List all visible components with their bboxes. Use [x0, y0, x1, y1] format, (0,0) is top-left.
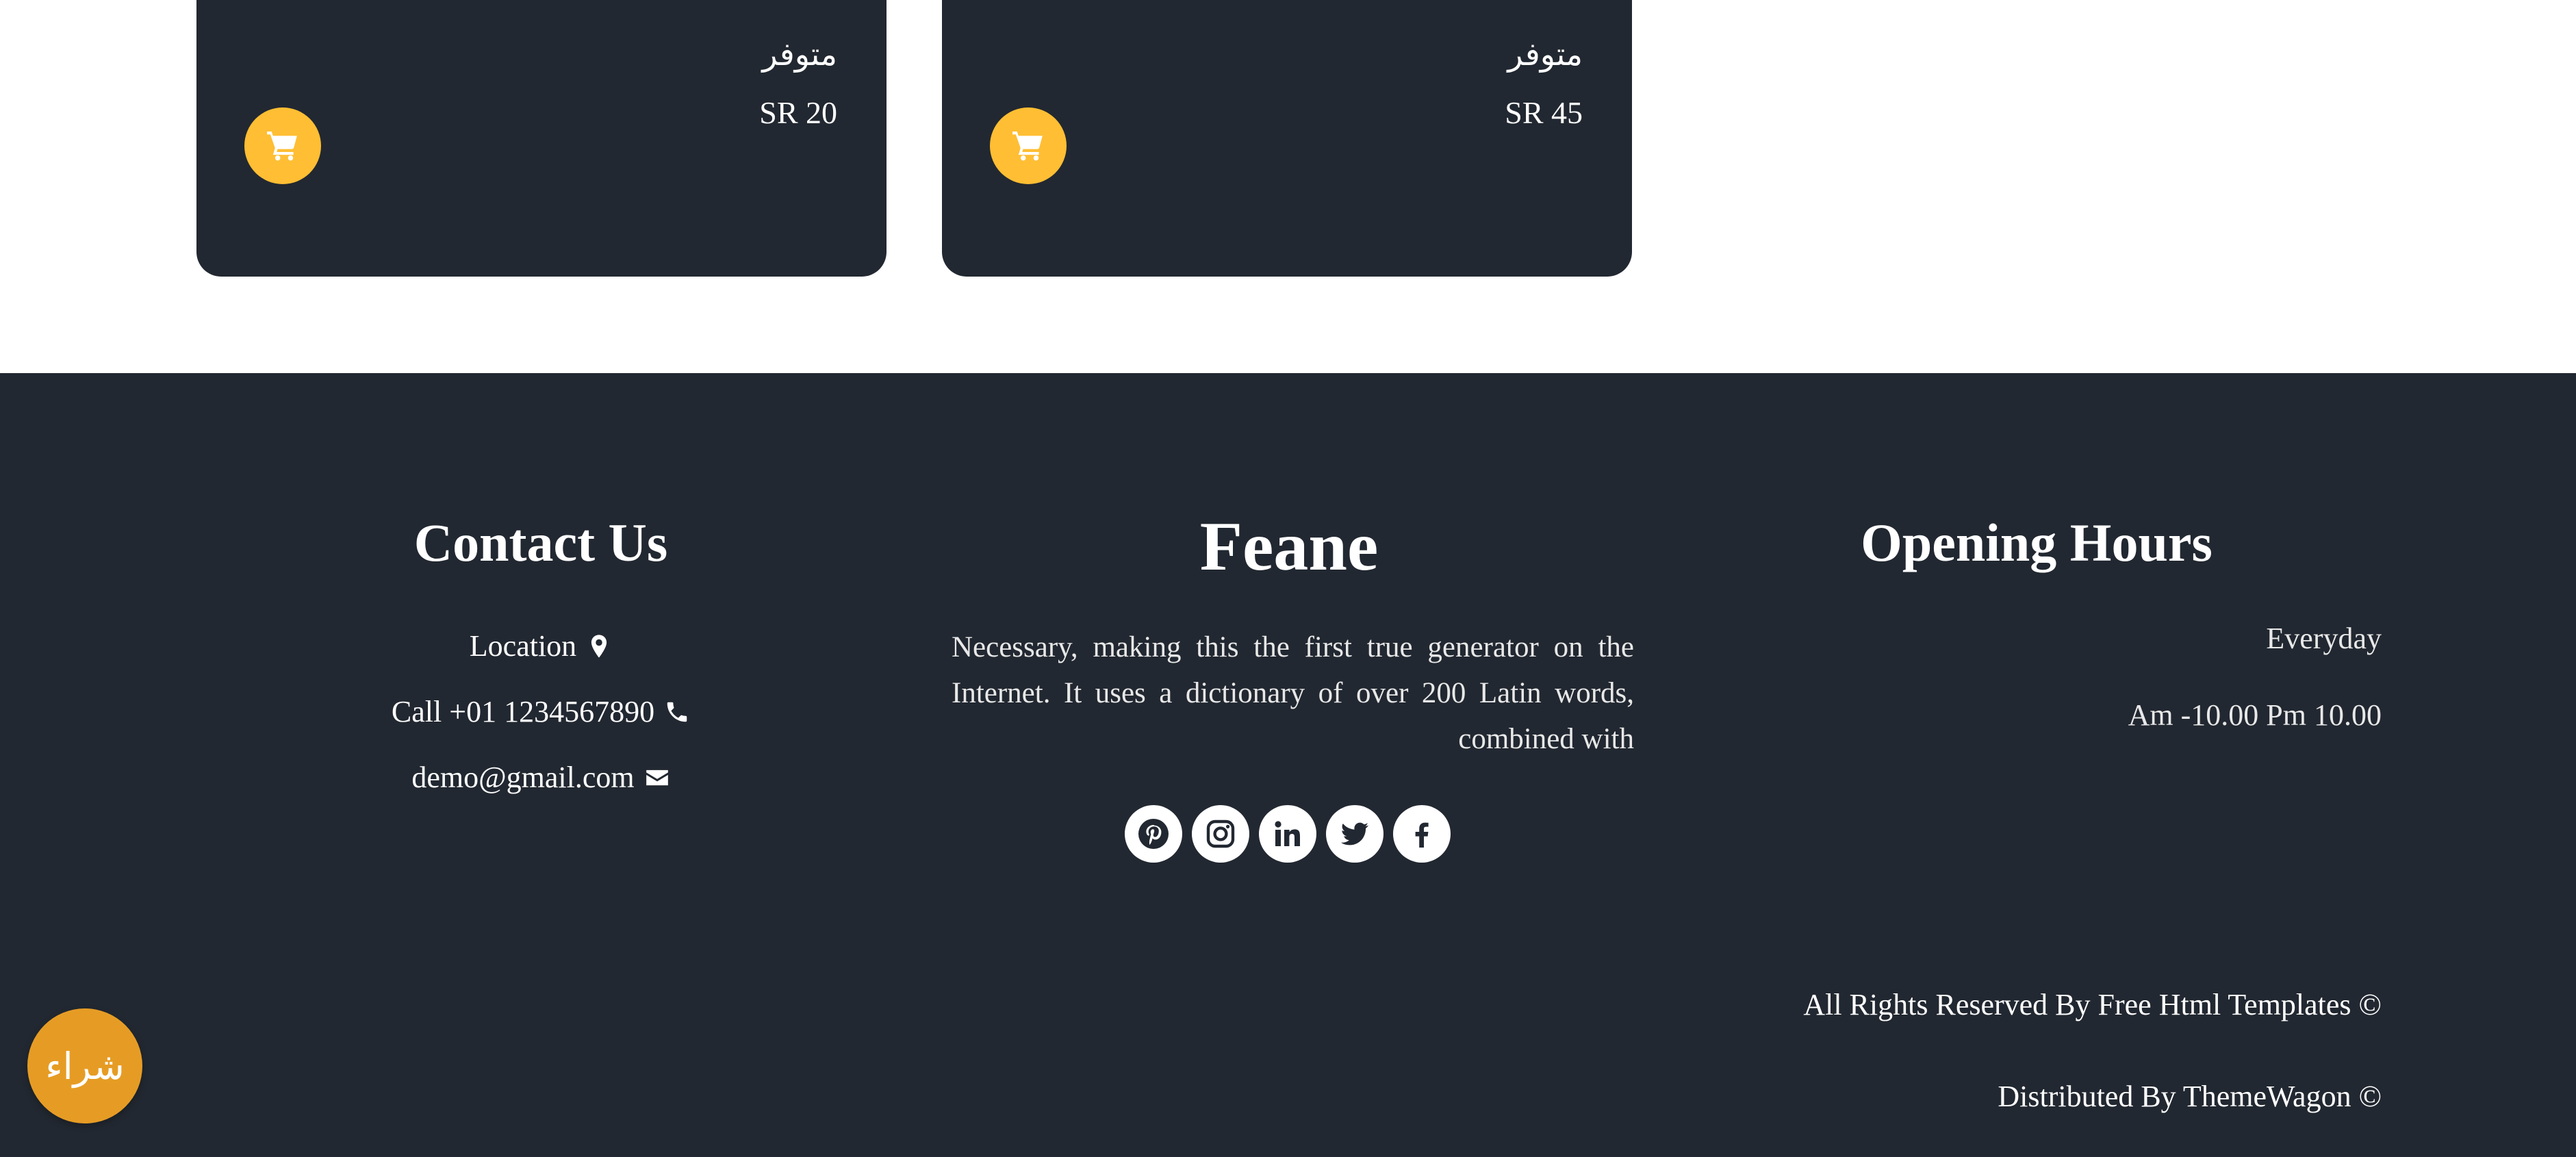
footer: Contact Us Location Call +01 1234567890 … — [0, 373, 2576, 1157]
product-status: متوفر — [1507, 36, 1583, 73]
map-marker-icon — [591, 634, 607, 658]
linkedin-icon — [1275, 821, 1300, 846]
email-link[interactable]: demo@gmail.com — [288, 760, 794, 795]
products-section: متوفر SR 20 متوفر SR 45 — [0, 0, 2576, 373]
call-link[interactable]: Call +01 1234567890 — [288, 694, 794, 729]
hours-day: Everyday — [2266, 622, 2382, 655]
social-links — [1125, 805, 1451, 863]
copyright-rights: All Rights Reserved By Free Html Templat… — [1803, 988, 2382, 1021]
contact-title: Contact Us — [413, 513, 668, 572]
brand-title: Feane — [1199, 508, 1379, 585]
phone-icon — [667, 702, 687, 722]
email-label: demo@gmail.com — [411, 761, 635, 794]
product-status: متوفر — [762, 36, 837, 73]
facebook-link[interactable] — [1393, 805, 1451, 863]
pinterest-icon — [1138, 819, 1169, 849]
linkedin-link[interactable] — [1259, 805, 1316, 863]
location-label: Location — [469, 629, 577, 663]
add-to-cart-button[interactable] — [244, 107, 321, 184]
brand-description: Necessary, making this the first true ge… — [952, 631, 1634, 755]
hours-title: Opening Hours — [1861, 513, 2212, 572]
buy-button[interactable]: شراء — [27, 1008, 142, 1123]
product-price: SR 20 — [759, 95, 837, 130]
product-price: SR 45 — [1505, 95, 1583, 130]
add-to-cart-button[interactable] — [990, 107, 1067, 184]
twitter-link[interactable] — [1326, 805, 1383, 863]
product-card: متوفر SR 20 — [196, 0, 887, 277]
copyright-distributed: Distributed By ThemeWagon © — [1998, 1080, 2382, 1113]
pinterest-link[interactable] — [1125, 805, 1182, 863]
call-label: Call +01 1234567890 — [391, 695, 655, 728]
twitter-icon — [1341, 822, 1368, 846]
location-link[interactable]: Location — [288, 628, 794, 663]
instagram-link[interactable] — [1192, 805, 1249, 863]
envelope-icon — [646, 770, 668, 785]
facebook-icon — [1415, 822, 1429, 848]
cart-icon — [1012, 131, 1043, 161]
instagram-icon — [1206, 819, 1235, 848]
cart-icon — [267, 131, 297, 161]
hours-time: Am -10.00 Pm 10.00 — [2128, 698, 2382, 732]
product-card: متوفر SR 45 — [942, 0, 1632, 277]
